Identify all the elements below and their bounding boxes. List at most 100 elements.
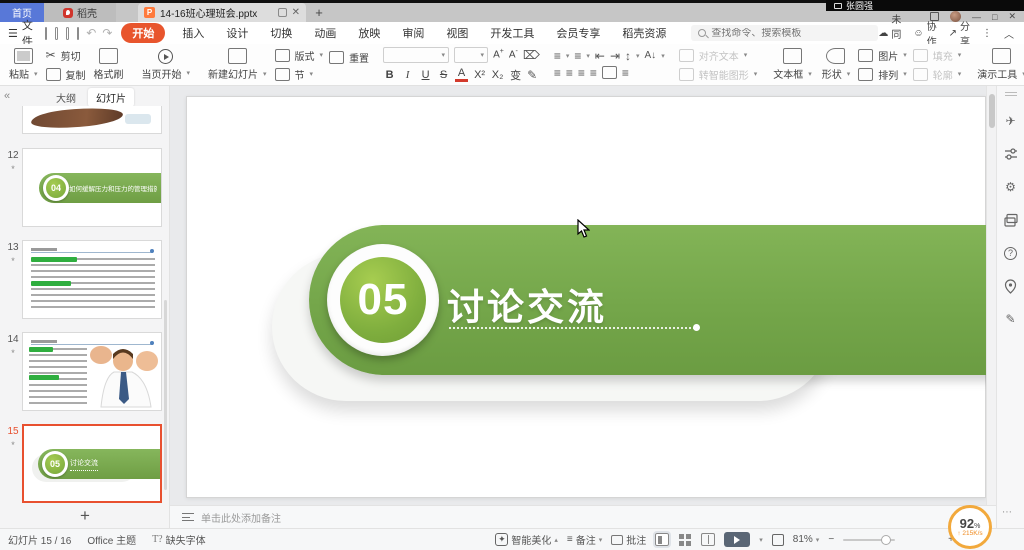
reading-view-button[interactable] — [701, 533, 715, 546]
undo-icon[interactable]: ↶ — [86, 26, 96, 40]
slide-badge-number[interactable]: 05 — [340, 257, 426, 343]
tab-animation[interactable]: 动画 — [303, 25, 347, 41]
zoom-out-button[interactable]: − — [828, 534, 834, 545]
add-slide-button[interactable]: + — [0, 506, 170, 526]
docer-tab[interactable]: 稻壳 — [44, 3, 116, 22]
underline-button[interactable]: U — [419, 69, 432, 81]
slides-tab[interactable]: 幻灯片 — [88, 88, 134, 107]
document-tab[interactable]: P 14-16班心理班会.pptx ✕ — [138, 3, 306, 22]
font-name-select[interactable]: ▾ — [383, 47, 449, 63]
font-size-select[interactable]: ▾ — [454, 47, 488, 63]
italic-button[interactable]: I — [401, 69, 414, 81]
superscript-button[interactable]: X² — [473, 69, 486, 81]
number-list-icon[interactable]: ≡ — [574, 50, 581, 62]
upload-progress-badge[interactable]: 92% ↑ 215K/s — [948, 505, 992, 549]
shapes-button[interactable]: 形状▾ — [817, 46, 856, 83]
zoom-level[interactable]: 81% ▾ — [793, 534, 820, 545]
help-icon[interactable]: ? — [1003, 245, 1019, 261]
command-search-box[interactable] — [691, 25, 878, 41]
font-decrease-button[interactable]: A- — [509, 48, 518, 60]
tab-slideshow[interactable]: 放映 — [347, 25, 391, 41]
slide-title-text[interactable]: 讨论交流 — [447, 277, 607, 331]
slide-sorter-view-button[interactable] — [678, 533, 692, 546]
theme-name[interactable]: Office 主题 — [87, 532, 136, 547]
slide-thumbnail-11-partial[interactable] — [22, 106, 162, 134]
collapse-ribbon-icon[interactable]: ︿ — [1004, 26, 1014, 41]
new-slide-button[interactable]: 新建幻灯片▾ — [203, 46, 272, 83]
cut-button[interactable]: ✂剪切 — [46, 48, 86, 63]
bold-button[interactable]: B — [383, 69, 396, 81]
sort-icon[interactable]: A↓ — [645, 51, 657, 61]
new-tab-button[interactable]: + — [306, 3, 332, 22]
text-effect-button[interactable]: 变 — [509, 67, 522, 83]
tab-design[interactable]: 设计 — [215, 25, 259, 41]
distribute-icon[interactable] — [602, 66, 617, 79]
section-button[interactable]: 节▾ — [275, 67, 324, 82]
adjust-properties-icon[interactable] — [1003, 146, 1019, 162]
columns-icon[interactable]: ≡ — [622, 67, 629, 79]
indent-increase-icon[interactable]: ⇥ — [610, 50, 620, 62]
tab-member[interactable]: 会员专享 — [545, 25, 611, 41]
search-input[interactable] — [711, 28, 871, 39]
more-menu-icon[interactable]: ⋮ — [982, 28, 992, 39]
slide-thumbnail-13[interactable] — [22, 240, 162, 319]
settings-gear-icon[interactable]: ⚙ — [1003, 179, 1019, 195]
canvas-vertical-scrollbar[interactable] — [986, 86, 996, 505]
redo-icon[interactable]: ↷ — [102, 26, 112, 40]
font-color-button[interactable]: A — [455, 68, 468, 82]
align-left-icon[interactable]: ≡ — [554, 67, 561, 79]
sidebar-scrollbar[interactable] — [164, 300, 167, 490]
copy-button[interactable]: 复制 — [46, 67, 86, 82]
badge-more-icon[interactable]: ⋯ — [1002, 507, 1013, 518]
template-pin-icon[interactable] — [1003, 278, 1019, 294]
panel-drag-handle[interactable] — [1005, 92, 1017, 96]
save-icon[interactable] — [45, 27, 48, 40]
slide-page[interactable]: 05 讨论交流 — [186, 96, 986, 498]
tab-home-ribbon[interactable]: 开始 — [121, 23, 165, 43]
indent-decrease-icon[interactable]: ⇤ — [595, 50, 605, 62]
close-tab-icon[interactable]: ✕ — [292, 7, 300, 18]
format-painter-button[interactable]: 格式刷 — [89, 46, 129, 83]
tab-devtools[interactable]: 开发工具 — [479, 25, 545, 41]
highlight-pen-icon[interactable]: ✎ — [527, 69, 537, 81]
reset-button[interactable]: 重置 — [329, 50, 369, 65]
paste-button[interactable]: 粘贴▾ — [4, 46, 43, 83]
normal-view-button[interactable] — [655, 533, 669, 546]
outline-tab[interactable]: 大纲 — [48, 88, 84, 107]
missing-font-warning[interactable]: T? 缺失字体 — [152, 532, 206, 547]
pin-tab-icon[interactable] — [278, 8, 287, 17]
print-icon[interactable] — [66, 27, 69, 40]
layout-button[interactable]: 版式▾ — [275, 48, 324, 63]
line-spacing-icon[interactable]: ↕ — [625, 50, 631, 62]
tab-review[interactable]: 审阅 — [391, 25, 435, 41]
comments-button[interactable]: 批注 — [611, 532, 646, 547]
tab-docer-resource[interactable]: 稻壳资源 — [611, 25, 677, 41]
bullet-list-icon[interactable]: ≡ — [554, 50, 561, 62]
fit-window-icon[interactable] — [772, 534, 784, 546]
text-box-button[interactable]: 文本框▾ — [768, 46, 817, 83]
docer-resource-icon[interactable]: ✈ — [1003, 113, 1019, 129]
font-increase-button[interactable]: A+ — [493, 48, 504, 60]
slide-thumbnail-14[interactable] — [22, 332, 162, 411]
clear-format-icon[interactable]: ⌦ — [523, 49, 540, 61]
zoom-slider[interactable] — [843, 539, 895, 541]
align-center-icon[interactable]: ≡ — [566, 67, 573, 79]
subscript-button[interactable]: X₂ — [491, 69, 504, 81]
tab-insert[interactable]: 插入 — [171, 25, 215, 41]
tab-view[interactable]: 视图 — [435, 25, 479, 41]
present-tools-button[interactable]: 演示工具▾ — [972, 46, 1024, 83]
notes-placeholder[interactable]: 单击此处添加备注 — [201, 510, 281, 525]
justify-icon[interactable]: ≡ — [590, 67, 597, 79]
slideshow-play-button[interactable] — [724, 532, 750, 547]
notes-toggle-button[interactable]: ≡ 备注 ▾ — [567, 532, 602, 547]
smart-beautify-button[interactable]: ✦ 智能美化 ▴ — [495, 532, 558, 547]
slide-layout-icon[interactable] — [1003, 212, 1019, 228]
play-from-current-button[interactable]: 当页开始▾ — [137, 46, 196, 83]
notes-bar[interactable]: 单击此处添加备注 — [170, 505, 996, 528]
slide-thumbnail-12[interactable]: 如何缓解压力和压力的管理措施 04 — [22, 148, 162, 227]
edit-notes-icon[interactable]: ✎ — [1003, 311, 1019, 327]
picture-button[interactable]: 图片▾ — [858, 48, 907, 63]
export-pdf-icon[interactable] — [55, 27, 58, 40]
print-preview-icon[interactable] — [77, 27, 80, 40]
collapse-panel-button[interactable]: « — [4, 90, 10, 102]
